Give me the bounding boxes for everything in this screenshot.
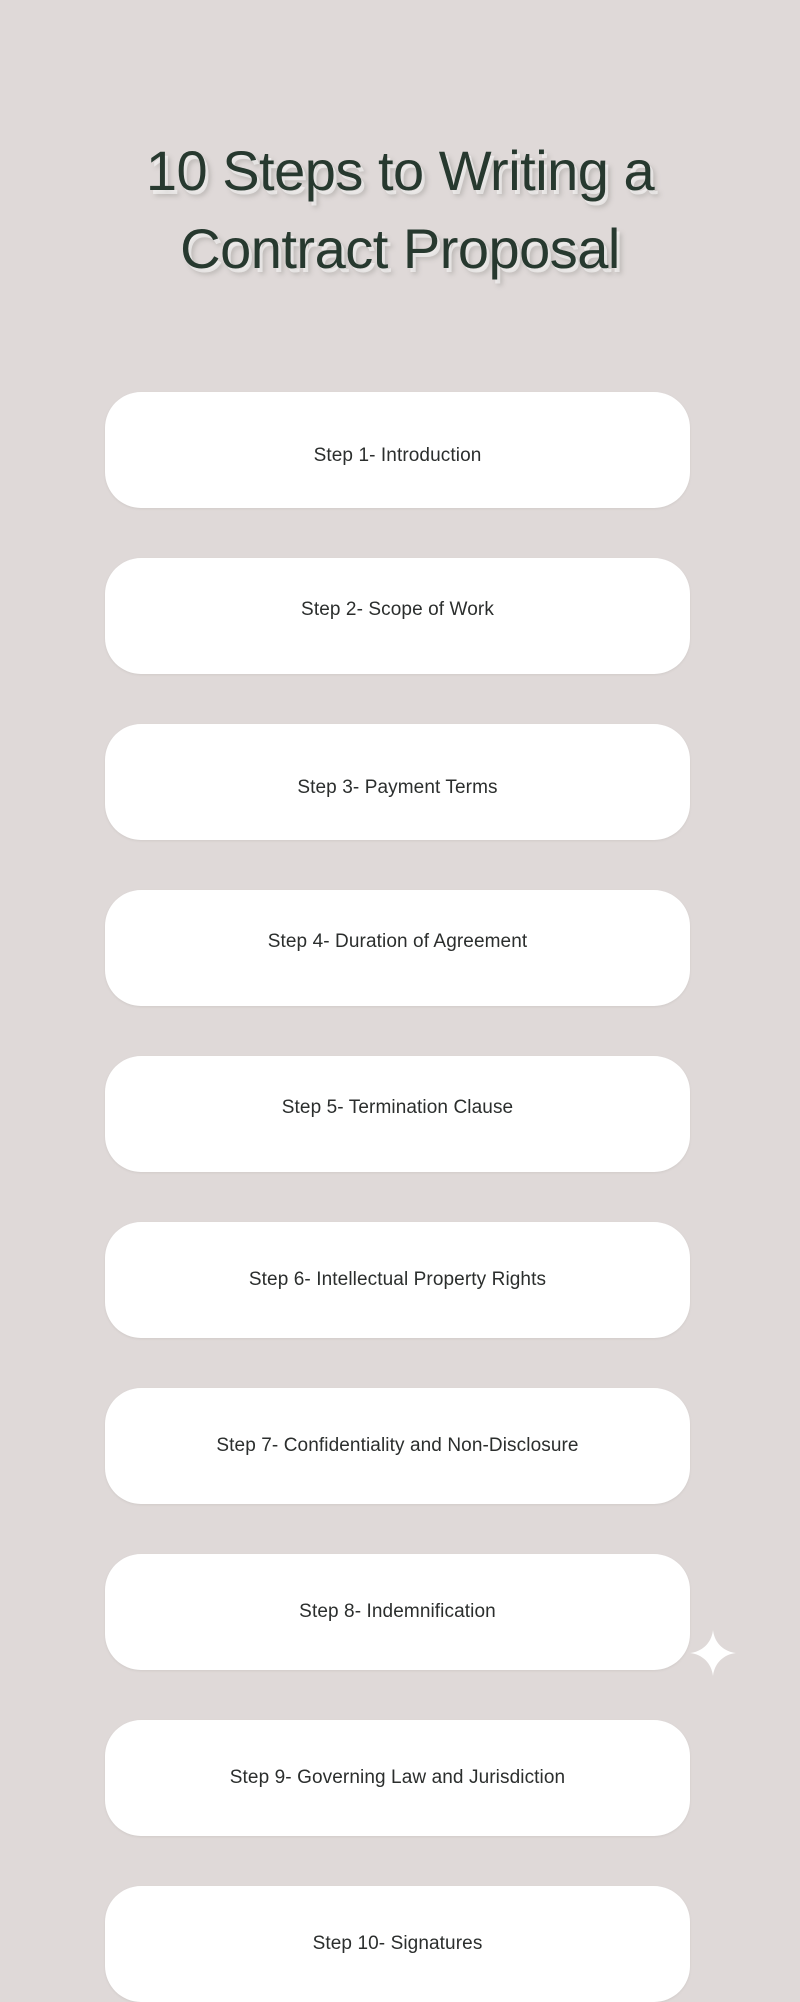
step-card-10[interactable]: Step 10- Signatures: [105, 1886, 690, 2002]
step-label-7: Step 7- Confidentiality and Non-Disclosu…: [216, 1435, 579, 1456]
step-label-10: Step 10- Signatures: [312, 1933, 483, 1954]
step-card-1[interactable]: Step 1- Introduction: [105, 392, 690, 508]
steps-list: Step 1- Introduction Step 2- Scope of Wo…: [105, 392, 690, 2002]
step-label-1: Step 1- Introduction: [313, 445, 482, 466]
step-card-5[interactable]: Step 5- Termination Clause: [105, 1056, 690, 1172]
step-card-6[interactable]: Step 6- Intellectual Property Rights: [105, 1222, 690, 1338]
step-card-9[interactable]: Step 9- Governing Law and Jurisdiction: [105, 1720, 690, 1836]
page-title-line-2: Contract Proposal: [180, 217, 620, 280]
step-label-3: Step 3- Payment Terms: [297, 777, 498, 798]
step-label-4: Step 4- Duration of Agreement: [267, 931, 528, 952]
step-card-8[interactable]: Step 8- Indemnification: [105, 1554, 690, 1670]
step-label-5: Step 5- Termination Clause: [281, 1097, 514, 1118]
page-title-line-1: 10 Steps to Writing a: [145, 139, 655, 202]
step-card-7[interactable]: Step 7- Confidentiality and Non-Disclosu…: [105, 1388, 690, 1504]
step-label-9: Step 9- Governing Law and Jurisdiction: [229, 1767, 566, 1788]
step-label-6: Step 6- Intellectual Property Rights: [248, 1269, 547, 1290]
sparkle-icon: [690, 1630, 736, 1676]
infographic-poster: 10 Steps to Writing a Contract Proposal …: [0, 0, 800, 2002]
page-title: 10 Steps to Writing a Contract Proposal: [0, 132, 800, 288]
step-card-4[interactable]: Step 4- Duration of Agreement: [105, 890, 690, 1006]
step-card-3[interactable]: Step 3- Payment Terms: [105, 724, 690, 840]
step-card-2[interactable]: Step 2- Scope of Work: [105, 558, 690, 674]
step-label-2: Step 2- Scope of Work: [301, 599, 494, 620]
step-label-8: Step 8- Indemnification: [299, 1601, 496, 1622]
